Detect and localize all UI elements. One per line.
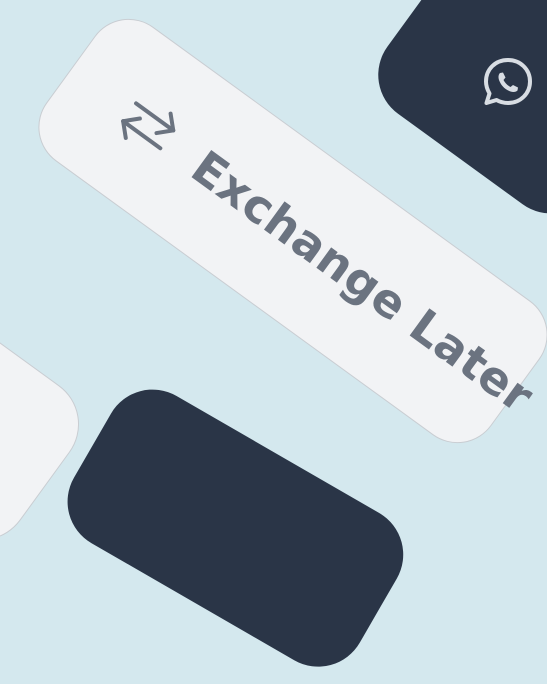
whatsapp-icon[interactable] [478, 52, 538, 112]
partial-dark-card [50, 372, 421, 684]
exchange-later-label: Exchange Later [181, 139, 544, 424]
exchange-arrows-icon [102, 80, 194, 172]
